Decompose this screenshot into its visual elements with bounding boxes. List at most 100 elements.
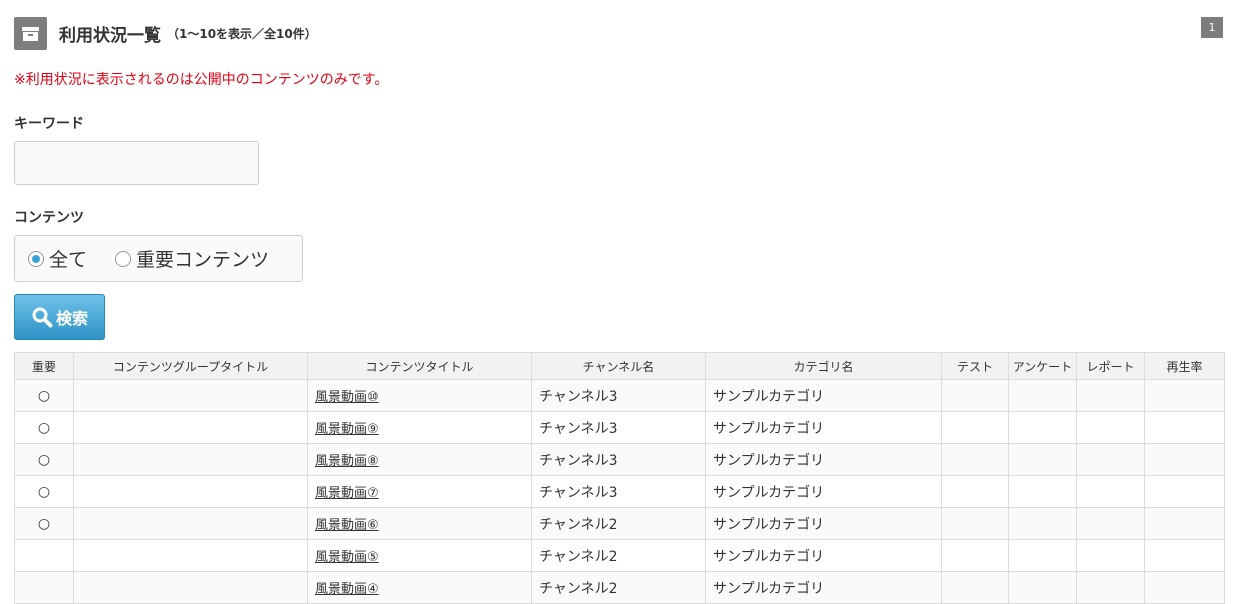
group-cell [73,571,308,604]
test-cell [941,571,1009,604]
group-cell [73,539,308,572]
important-cell [14,539,74,572]
test-cell [941,475,1009,508]
title-cell: 風景動画④ [307,571,532,604]
col-report: レポート [1076,352,1145,380]
rate-cell [1144,571,1225,604]
channel-cell: チャンネル2 [531,571,706,604]
rate-cell [1144,475,1225,508]
rate-cell [1144,443,1225,476]
report-cell [1076,411,1145,444]
col-important: 重要 [14,352,74,380]
important-cell: ○ [14,443,74,476]
channel-cell: チャンネル3 [531,379,706,412]
test-cell [941,411,1009,444]
content-title-link[interactable]: 風景動画⑦ [315,486,379,501]
rate-cell [1144,507,1225,540]
rate-cell [1144,411,1225,444]
group-cell [73,475,308,508]
search-button-label: 検索 [55,309,88,328]
group-cell [73,443,308,476]
group-cell [73,411,308,444]
survey-cell [1008,411,1077,444]
table-row: ○ 風景動画⑨ チャンネル3 サンプルカテゴリ [14,411,1225,444]
title-cell: 風景動画⑨ [307,411,532,444]
channel-cell: チャンネル3 [531,475,706,508]
col-play-rate: 再生率 [1144,352,1225,380]
usage-table: 重要 コンテンツグループタイトル コンテンツタイトル チャンネル名 カテゴリ名 … [14,352,1225,604]
radio-all[interactable]: 全て [28,236,87,281]
category-cell: サンプルカテゴリ [705,443,942,476]
group-cell [73,379,308,412]
report-cell [1076,475,1145,508]
test-cell [941,507,1009,540]
search-button[interactable]: 検索 [14,294,105,340]
rate-cell [1144,379,1225,412]
magnifier-icon [32,307,53,328]
notice-text: ※利用状況に表示されるのは公開中のコンテンツのみです。 [14,72,389,88]
col-group-title: コンテンツグループタイトル [73,352,308,380]
important-cell: ○ [14,379,74,412]
table-row: 風景動画⑤ チャンネル2 サンプルカテゴリ [14,539,1225,572]
page-header: 利用状況一覧 （1～10を表示／全10件） [14,17,317,50]
report-cell [1076,379,1145,412]
col-content-title: コンテンツタイトル [307,352,532,380]
title-cell: 風景動画⑦ [307,475,532,508]
category-cell: サンプルカテゴリ [705,539,942,572]
report-cell [1076,539,1145,572]
page-title: 利用状況一覧 [59,26,161,46]
report-cell [1076,507,1145,540]
survey-cell [1008,507,1077,540]
report-cell [1076,443,1145,476]
channel-cell: チャンネル3 [531,411,706,444]
content-title-link[interactable]: 風景動画⑤ [315,550,379,565]
channel-cell: チャンネル2 [531,507,706,540]
archive-box-icon [14,17,47,50]
channel-cell: チャンネル3 [531,443,706,476]
page-number-button[interactable]: 1 [1201,17,1223,38]
col-survey: アンケート [1008,352,1077,380]
category-cell: サンプルカテゴリ [705,507,942,540]
content-filter-label: コンテンツ [14,210,84,226]
keyword-input[interactable] [14,141,259,185]
rate-cell [1144,539,1225,572]
title-cell: 風景動画⑤ [307,539,532,572]
radio-important-label: 重要コンテンツ [136,249,270,271]
content-filter-group: 全て 重要コンテンツ [14,235,303,282]
title-cell: 風景動画⑩ [307,379,532,412]
radio-important[interactable]: 重要コンテンツ [115,236,269,281]
table-row: 風景動画④ チャンネル2 サンプルカテゴリ [14,571,1225,604]
col-test: テスト [941,352,1009,380]
radio-checked-icon [28,250,44,267]
important-cell: ○ [14,411,74,444]
important-cell: ○ [14,475,74,508]
survey-cell [1008,379,1077,412]
important-cell: ○ [14,507,74,540]
test-cell [941,539,1009,572]
col-channel: チャンネル名 [531,352,706,380]
survey-cell [1008,475,1077,508]
important-cell [14,571,74,604]
keyword-label: キーワード [14,116,84,132]
category-cell: サンプルカテゴリ [705,571,942,604]
result-count: （1～10を表示／全10件） [167,27,317,41]
col-category: カテゴリ名 [705,352,942,380]
table-row: ○ 風景動画⑥ チャンネル2 サンプルカテゴリ [14,507,1225,540]
group-cell [73,507,308,540]
table-header-row: 重要 コンテンツグループタイトル コンテンツタイトル チャンネル名 カテゴリ名 … [14,352,1225,380]
report-cell [1076,571,1145,604]
title-cell: 風景動画⑥ [307,507,532,540]
content-title-link[interactable]: 風景動画⑥ [315,518,379,533]
table-row: ○ 風景動画⑩ チャンネル3 サンプルカテゴリ [14,379,1225,412]
table-row: ○ 風景動画⑦ チャンネル3 サンプルカテゴリ [14,475,1225,508]
channel-cell: チャンネル2 [531,539,706,572]
table-row: ○ 風景動画⑧ チャンネル3 サンプルカテゴリ [14,443,1225,476]
survey-cell [1008,443,1077,476]
content-title-link[interactable]: 風景動画⑨ [315,422,379,437]
category-cell: サンプルカテゴリ [705,379,942,412]
category-cell: サンプルカテゴリ [705,475,942,508]
content-title-link[interactable]: 風景動画⑧ [315,454,379,469]
content-title-link[interactable]: 風景動画⑩ [315,390,379,405]
category-cell: サンプルカテゴリ [705,411,942,444]
title-cell: 風景動画⑧ [307,443,532,476]
